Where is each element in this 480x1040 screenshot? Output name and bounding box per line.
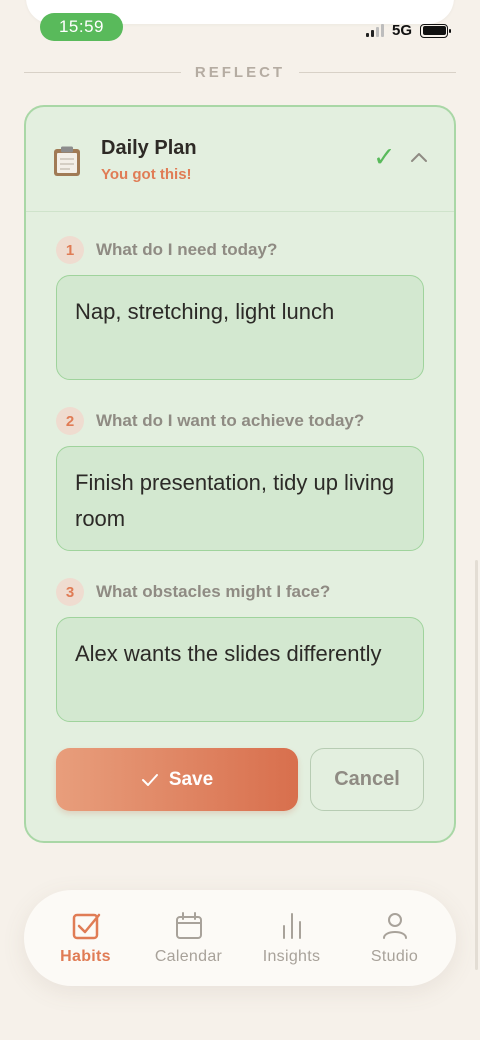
question-label: 2 What do I want to achieve today? (56, 407, 364, 435)
nav-item-calendar[interactable]: Calendar (139, 910, 239, 966)
chevron-up-icon[interactable] (410, 151, 428, 163)
status-icons: 5G (365, 22, 451, 39)
scrollbar[interactable] (475, 560, 478, 970)
card-subtitle: You got this! (101, 166, 192, 183)
answer-field[interactable]: Finish presentation, tidy up living room (56, 446, 424, 551)
question-text: What obstacles might I face? (96, 582, 331, 601)
person-icon (382, 913, 407, 939)
calendar-icon (175, 912, 202, 939)
app-screen: 15:59 5G REFLECT Daily Plan You got this… (0, 0, 480, 1040)
nav-label: Habits (60, 948, 111, 965)
nav-item-habits[interactable]: Habits (36, 910, 136, 966)
question-label: 1 What do I need today? (56, 236, 277, 264)
question-label: 3 What obstacles might I face? (56, 578, 330, 606)
question-text: What do I want to achieve today? (96, 411, 365, 430)
answer-field[interactable]: Alex wants the slides differently (56, 617, 424, 722)
question-text: What do I need today? (96, 240, 278, 259)
signal-icon (365, 24, 384, 37)
nav-label: Insights (262, 948, 321, 965)
nav-label: Studio (370, 948, 419, 965)
clipboard-icon (54, 146, 80, 176)
network-label: 5G (391, 22, 412, 39)
checkbox-icon (72, 913, 100, 940)
question-number: 1 (56, 236, 84, 264)
save-button[interactable]: Save (56, 748, 298, 811)
save-label: Save (168, 768, 214, 790)
battery-icon (420, 23, 451, 38)
answer-field[interactable]: Nap, stretching, light lunch (56, 275, 424, 380)
question-number: 2 (56, 407, 84, 435)
nav-item-insights[interactable]: Insights (242, 910, 342, 966)
daily-plan-card: Daily Plan You got this! ✓ 1 What do I n… (24, 105, 456, 843)
card-title: Daily Plan (101, 137, 197, 159)
nav-label: Calendar (154, 948, 223, 965)
bar-chart-icon (282, 913, 301, 939)
nav-item-studio[interactable]: Studio (345, 910, 445, 966)
checkmark-icon: ✓ (373, 142, 396, 172)
section-divider: REFLECT (24, 64, 457, 81)
question-number: 3 (56, 578, 84, 606)
status-time: 15:59 (40, 13, 123, 41)
bottom-nav: Habits Calendar Insights Studio (24, 890, 456, 986)
section-title: REFLECT (194, 64, 286, 81)
cancel-button[interactable]: Cancel (310, 748, 424, 811)
card-header[interactable]: Daily Plan You got this! ✓ (26, 107, 454, 212)
check-icon (141, 773, 158, 786)
